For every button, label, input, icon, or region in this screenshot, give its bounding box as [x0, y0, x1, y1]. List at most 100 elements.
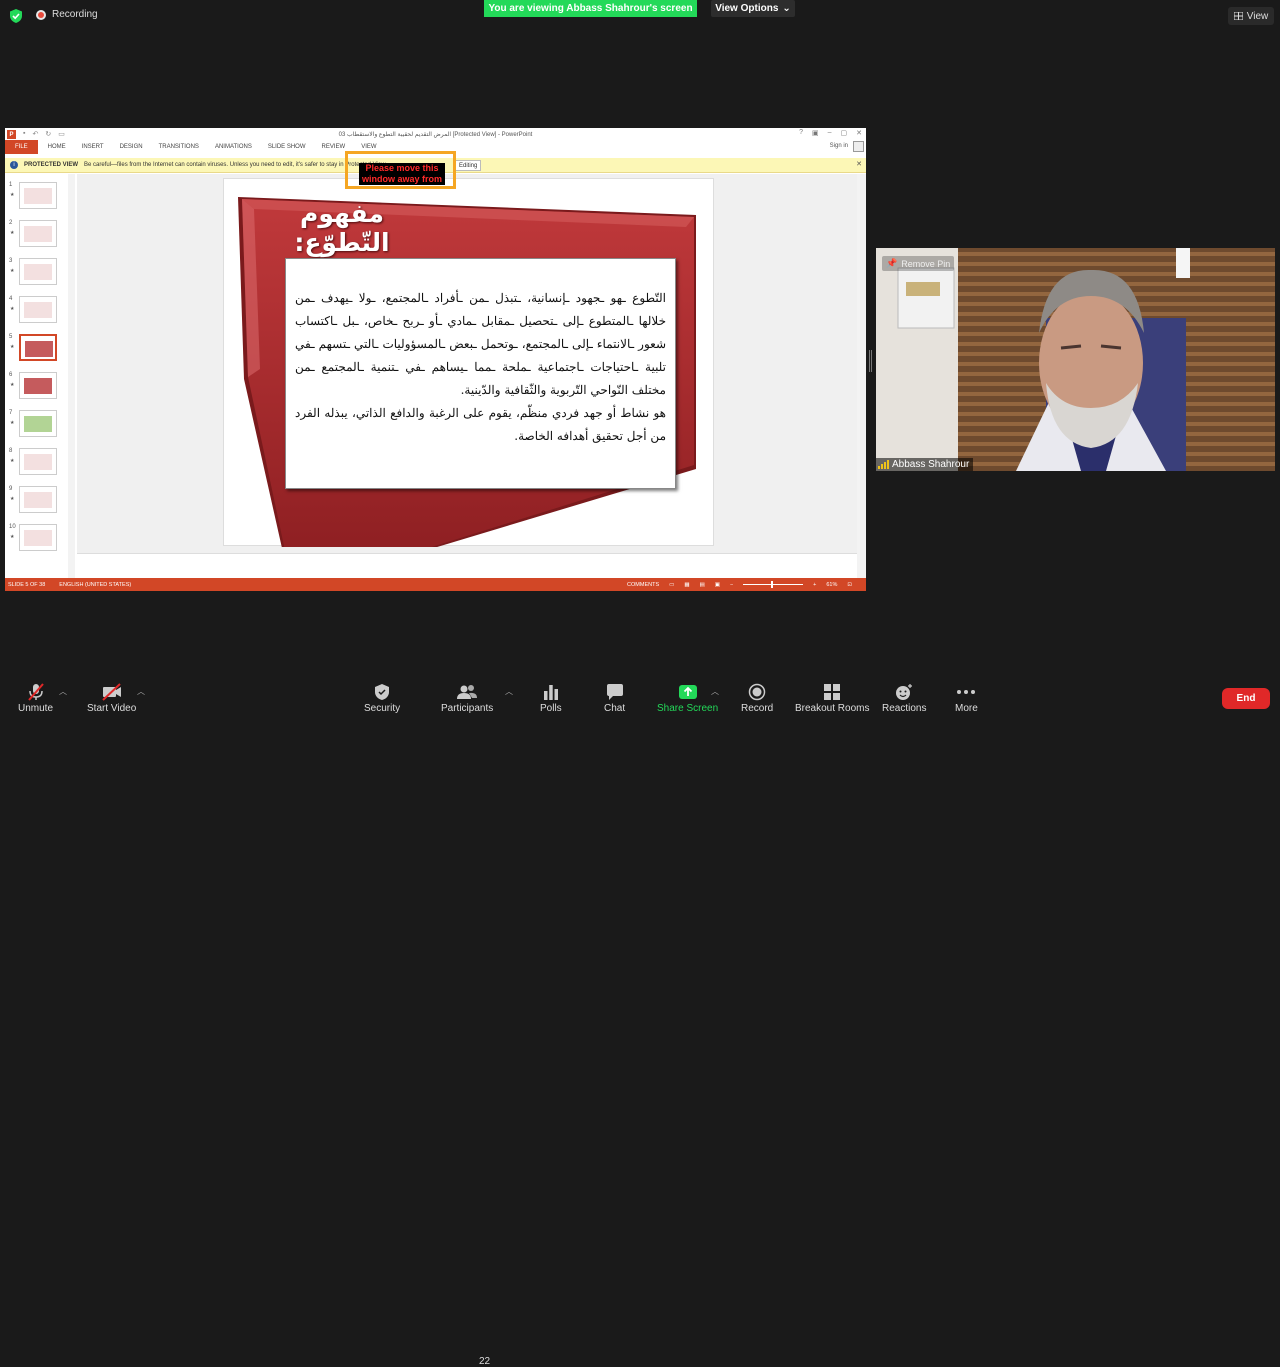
breakout-rooms-button[interactable]: Breakout Rooms	[795, 682, 869, 714]
sign-in-link[interactable]: Sign in	[830, 143, 848, 149]
tab-review[interactable]: REVIEW	[314, 144, 354, 150]
tab-insert[interactable]: INSERT	[74, 144, 112, 150]
help-icon[interactable]: ?	[799, 129, 803, 137]
notes-area[interactable]	[77, 553, 857, 578]
tab-home[interactable]: HOME	[40, 144, 74, 150]
thumbnail-number: 4	[9, 296, 13, 302]
slide-thumbnail-preview	[24, 188, 52, 204]
thumbnail-number: 2	[9, 220, 13, 226]
quick-access-toolbar: P ▪ ↶ ↻ ▭	[7, 130, 65, 139]
tab-design[interactable]: DESIGN	[112, 144, 151, 150]
start-video-button[interactable]: Start Video	[87, 682, 136, 714]
normal-view-icon[interactable]: ▭	[669, 582, 674, 588]
record-label: Record	[741, 703, 774, 714]
share-screen-button[interactable]: Share Screen	[657, 682, 718, 714]
shared-powerpoint-window: 03 المرض التقديم لحقيبة التطوع والاستقطا…	[5, 128, 866, 591]
tab-animations[interactable]: ANIMATIONS	[207, 144, 260, 150]
minimize-icon[interactable]: –	[828, 129, 832, 137]
participant-name: Abbass Shahrour	[892, 459, 970, 470]
tab-slide-show[interactable]: SLIDE SHOW	[260, 144, 314, 150]
tab-view[interactable]: VIEW	[353, 144, 384, 150]
animation-star-icon: ★	[10, 458, 15, 464]
slide-thumbnail[interactable]	[19, 258, 57, 285]
animation-star-icon: ★	[10, 230, 15, 236]
participants-button[interactable]: Participants	[441, 682, 493, 714]
zoom-in-icon[interactable]: +	[813, 582, 816, 588]
maximize-icon[interactable]: ▢	[841, 129, 848, 137]
slide-thumbnail[interactable]	[19, 296, 57, 323]
slide-thumbnail-preview	[24, 492, 52, 508]
slide-thumbnail[interactable]	[19, 372, 57, 399]
slide-thumbnail-pane: 1 ★ 2 ★ 3 ★ 4 ★ 5 ★ 6 ★ 7 ★ 8 ★ 9 ★ 10 ★	[5, 174, 73, 578]
slide-sorter-icon[interactable]: ▦	[684, 582, 689, 588]
canvas-scrollbar[interactable]	[857, 174, 866, 578]
polls-bar-icon	[543, 685, 558, 700]
participants-count: 22	[479, 1356, 491, 1367]
remove-pin-button[interactable]: 📌 Remove Pin	[882, 256, 955, 271]
thumbnail-number: 6	[9, 372, 13, 378]
slide-counter: SLIDE 5 OF 38	[8, 581, 46, 588]
recording-indicator[interactable]: Recording	[36, 9, 98, 20]
polls-button[interactable]: Polls	[540, 682, 562, 714]
video-options-chevron-icon[interactable]: ︿	[137, 686, 145, 697]
shield-icon[interactable]	[8, 8, 24, 24]
panel-resize-handle[interactable]	[869, 350, 872, 372]
recording-label: Recording	[52, 9, 98, 20]
participants-label: Participants	[441, 703, 494, 714]
meeting-toolbar: Unmute ︿ Start Video ︿ Security Particip…	[0, 672, 1280, 1367]
animation-star-icon: ★	[10, 534, 15, 540]
slide-thumbnail-preview	[24, 530, 52, 546]
reactions-button[interactable]: Reactions	[882, 682, 926, 714]
share-options-chevron-icon[interactable]: ︿	[711, 686, 719, 697]
zoom-level[interactable]: 61%	[826, 582, 837, 588]
slide-thumbnail[interactable]	[19, 410, 57, 437]
language-status[interactable]: ENGLISH (UNITED STATES)	[59, 582, 131, 588]
slide-thumbnail-preview	[24, 302, 52, 318]
shield-info-icon: i	[10, 161, 18, 169]
save-icon[interactable]: ▪	[23, 130, 25, 139]
thumbnail-scrollbar[interactable]	[68, 174, 75, 578]
record-button[interactable]: Record	[741, 682, 773, 714]
thumbnail-number: 7	[9, 410, 13, 416]
undo-icon[interactable]: ↶	[32, 130, 38, 139]
ribbon-display-icon[interactable]: ▣	[812, 129, 819, 137]
slide-thumbnail-preview	[24, 264, 52, 280]
view-options-button[interactable]: View Options ⌄	[711, 0, 795, 17]
user-avatar-icon[interactable]	[853, 141, 864, 152]
reactions-smiley-icon	[896, 684, 913, 700]
move-window-notice: Please move this window away from	[359, 163, 445, 185]
zoom-out-icon[interactable]: −	[730, 582, 733, 588]
more-label: More	[955, 703, 978, 714]
slide-thumbnail[interactable]	[19, 182, 57, 209]
comments-button[interactable]: COMMENTS	[627, 582, 659, 588]
unmute-button[interactable]: Unmute	[18, 682, 53, 714]
end-meeting-button[interactable]: End	[1222, 688, 1270, 709]
close-icon[interactable]: ✕	[856, 129, 862, 137]
slide-thumbnail-preview	[24, 454, 52, 470]
slide-thumbnail[interactable]	[19, 524, 57, 551]
tab-transitions[interactable]: TRANSITIONS	[151, 144, 207, 150]
slide-thumbnail[interactable]	[19, 220, 57, 247]
animation-star-icon: ★	[10, 382, 15, 388]
grid-view-icon	[1233, 12, 1243, 20]
zoom-slider[interactable]	[743, 581, 804, 588]
security-button[interactable]: Security	[364, 682, 400, 714]
slideshow-icon[interactable]: ▭	[58, 130, 65, 139]
fit-slide-icon[interactable]: ⊡	[847, 582, 852, 588]
slide-thumbnail[interactable]	[19, 448, 57, 475]
participants-chevron-icon[interactable]: ︿	[505, 686, 513, 697]
more-button[interactable]: More	[955, 682, 978, 714]
chat-button[interactable]: Chat	[604, 682, 625, 714]
slide-thumbnail[interactable]	[19, 486, 57, 513]
slide-thumbnail-preview	[24, 226, 52, 242]
enable-editing-button[interactable]: Editing	[455, 160, 482, 171]
slideshow-view-icon[interactable]: ▣	[715, 582, 720, 588]
participant-video-tile[interactable]: 📌 Remove Pin Abbass Shahrour	[876, 248, 1275, 471]
redo-icon[interactable]: ↻	[45, 130, 51, 139]
tab-file[interactable]: FILE	[5, 140, 38, 154]
audio-options-chevron-icon[interactable]: ︿	[59, 686, 67, 697]
slide-thumbnail[interactable]	[19, 334, 57, 361]
close-icon[interactable]: ✕	[856, 160, 862, 168]
view-button[interactable]: View	[1228, 7, 1274, 25]
reading-view-icon[interactable]: ▤	[700, 582, 705, 588]
